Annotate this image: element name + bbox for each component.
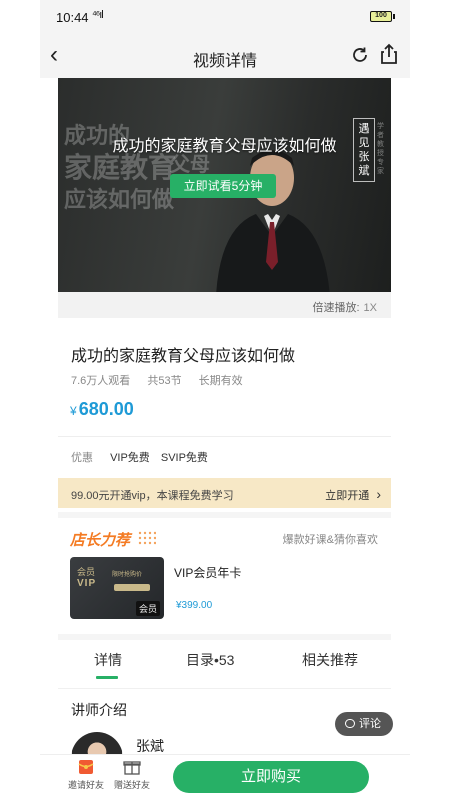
promo-vip: VIP免费 xyxy=(110,452,150,464)
vip-banner[interactable]: 99.00元开通vip，本课程免费学习 立即开通 › xyxy=(58,478,391,508)
presenter-image xyxy=(216,150,330,292)
recommend-title: 店长力荐 xyxy=(70,532,131,549)
try-watch-button[interactable]: 立即试看5分钟 xyxy=(170,174,276,198)
speed-bar: 倍速播放: 1X xyxy=(58,292,391,318)
comment-label: 评论 xyxy=(359,718,381,730)
video-player[interactable]: 成功的 家庭教育 应该如何做 父母 成功的家庭教育父母应该如何做 立即试看5分钟… xyxy=(58,78,391,292)
status-bar: 10:44 ⁴⁶ıl 100 xyxy=(40,0,410,36)
section-gap xyxy=(58,512,391,518)
tab-details[interactable]: 详情 xyxy=(94,650,122,670)
gift-friend-button[interactable]: 赠送好友 xyxy=(112,759,152,791)
course-lessons: 共53节 xyxy=(147,375,182,387)
video-badge: 遇见张斌 xyxy=(353,118,375,182)
buy-now-button[interactable]: 立即购买 xyxy=(173,761,369,793)
bottom-bar: 邀请好友 赠送好友 立即购买 xyxy=(40,754,410,800)
course-title: 成功的家庭教育父母应该如何做 xyxy=(71,348,296,365)
vip-open-label: 立即开通 xyxy=(325,490,370,502)
recommend-item-name[interactable]: VIP会员年卡 xyxy=(174,564,241,581)
tab-bar: 详情 目录•53 相关推荐 xyxy=(58,640,391,686)
left-gutter xyxy=(0,0,40,800)
speed-value: 1X xyxy=(363,302,377,314)
tab-catalog[interactable]: 目录•53 xyxy=(186,650,234,670)
nav-bar: ‹ 视频详情 xyxy=(40,36,410,78)
card-decoration xyxy=(114,584,150,591)
teacher-section-title: 讲师介绍 xyxy=(71,702,127,718)
refresh-icon[interactable] xyxy=(350,45,370,65)
speed-label: 倍速播放: xyxy=(312,302,360,314)
signal-icon: ⁴⁶ıl xyxy=(92,9,104,21)
divider xyxy=(58,436,391,437)
video-bg-text: 应该如何做 xyxy=(64,187,175,213)
invite-friend-button[interactable]: 邀请好友 xyxy=(66,759,106,791)
card-label-2: VIP xyxy=(77,578,97,589)
promo-label: 优惠 xyxy=(71,452,93,464)
course-meta: 7.6万人观看 共53节 长期有效 xyxy=(71,372,257,388)
course-price: ¥680.00 xyxy=(70,399,134,420)
card-tag: 会员 xyxy=(135,601,160,616)
card-label-1: 会员 xyxy=(77,567,96,577)
promo-svip: SVIP免费 xyxy=(160,452,208,464)
card-vip-label: 会员 VIP xyxy=(77,567,96,589)
comment-icon xyxy=(345,719,355,728)
promo-row: 优惠 VIP免费 SVIP免费 xyxy=(71,449,208,465)
tab-related[interactable]: 相关推荐 xyxy=(302,650,358,670)
card-mid-text: 限时抢购价 xyxy=(112,572,143,578)
course-validity: 长期有效 xyxy=(198,375,243,387)
share-icon[interactable] xyxy=(378,43,400,65)
chevron-right-icon: › xyxy=(376,486,381,502)
active-tab-indicator xyxy=(96,676,118,679)
speed-control[interactable]: 倍速播放: 1X xyxy=(312,299,377,315)
gift-icon xyxy=(123,761,141,775)
recommend-item-price: ¥399.00 xyxy=(176,600,213,611)
app-screen: 10:44 ⁴⁶ıl 100 ‹ 视频详情 成功的 家庭教育 应该如何做 父母 … xyxy=(40,0,410,800)
vip-banner-text: 99.00元开通vip，本课程免费学习 xyxy=(71,490,234,502)
video-small-text: 学者 教授 专家 xyxy=(377,123,384,175)
recommend-subtitle: 爆款好课&猜你喜欢 xyxy=(282,534,378,546)
vip-card-thumbnail[interactable]: 会员 VIP 限时抢购价 会员 xyxy=(70,557,164,619)
battery-icon: 100 xyxy=(370,11,395,22)
divider xyxy=(58,688,391,689)
invite-friend-label: 邀请好友 xyxy=(67,780,104,790)
price-symbol: ¥ xyxy=(70,404,77,418)
vip-open-link[interactable]: 立即开通 › xyxy=(325,486,381,503)
status-time: 10:44 xyxy=(56,10,89,25)
video-title: 成功的家庭教育父母应该如何做 xyxy=(112,138,337,155)
price-value: 680.00 xyxy=(78,399,134,419)
teacher-name: 张斌 xyxy=(136,738,164,754)
gift-friend-label: 赠送好友 xyxy=(113,780,150,790)
dots-decoration-icon xyxy=(138,531,156,545)
red-envelope-icon xyxy=(78,760,94,774)
course-views: 7.6万人观看 xyxy=(71,375,131,387)
comment-button[interactable]: 评论 xyxy=(335,712,393,736)
